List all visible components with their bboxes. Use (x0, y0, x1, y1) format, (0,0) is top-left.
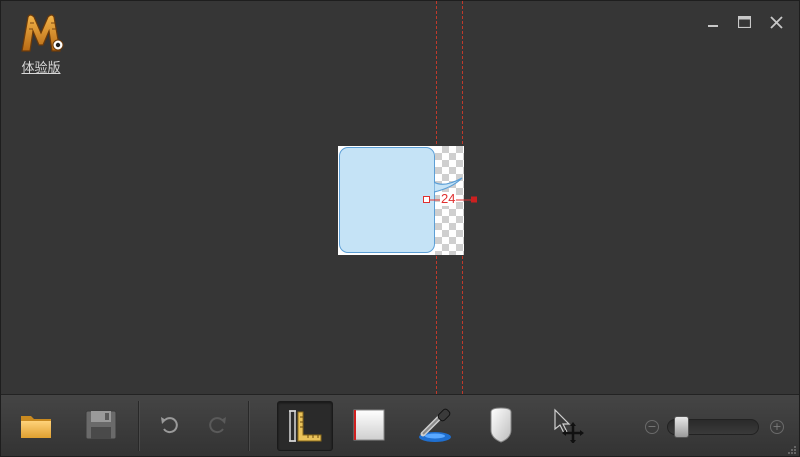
maximize-button[interactable] (735, 13, 753, 31)
toolbar-separator (248, 401, 250, 451)
edition-label[interactable]: 体验版 (13, 57, 69, 76)
measure-start-handle[interactable] (423, 196, 430, 203)
app-logo[interactable]: 体验版 (13, 11, 69, 77)
bottom-toolbar: − + (1, 394, 799, 456)
maximize-icon (737, 16, 751, 28)
zoom-out-button[interactable]: − (645, 420, 659, 434)
fill-tool-button[interactable] (477, 403, 525, 447)
close-button[interactable] (767, 13, 785, 31)
save-button[interactable] (77, 403, 125, 447)
measure-value: 24 (440, 191, 457, 206)
move-tool-button[interactable] (543, 403, 591, 447)
redo-icon (209, 417, 226, 434)
frame-tool-button[interactable] (345, 403, 393, 447)
logo-m-icon (21, 14, 64, 52)
resize-grip-icon[interactable] (787, 445, 797, 455)
app-window: 体验版 24 − + (0, 0, 800, 457)
redo-button[interactable] (193, 403, 241, 447)
zoom-slider-thumb[interactable] (673, 416, 689, 438)
eyedropper-icon (419, 408, 451, 442)
open-folder-icon (21, 416, 51, 438)
minimize-icon (708, 25, 718, 27)
close-icon (769, 15, 783, 29)
zoom-in-button[interactable]: + (770, 420, 784, 434)
artboard[interactable]: 24 (338, 146, 477, 255)
minimize-button[interactable] (704, 13, 722, 31)
eyedropper-tool-button[interactable] (411, 403, 459, 447)
undo-icon (161, 417, 178, 434)
undo-button[interactable] (146, 403, 194, 447)
plus-icon: + (772, 420, 782, 433)
save-icon (85, 410, 117, 440)
speech-bubble-shape[interactable] (339, 147, 435, 253)
minus-icon: − (647, 420, 657, 433)
ruler-icon (289, 410, 322, 442)
move-cursor-icon (554, 408, 584, 443)
color-swatch-icon (490, 407, 512, 443)
toolbar-separator (138, 401, 140, 451)
frame-icon (353, 409, 385, 441)
measure-end-handle[interactable] (471, 196, 477, 203)
measure-tool-button[interactable] (277, 401, 333, 451)
open-file-button[interactable] (12, 403, 60, 447)
